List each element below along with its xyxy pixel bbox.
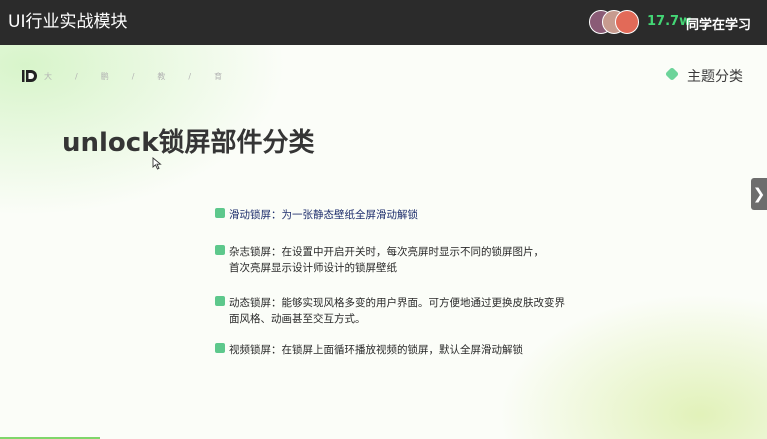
bullet-marker [215, 208, 225, 218]
breadcrumb: 大 / 鹏 / 教 / 育 [44, 72, 224, 81]
bullet-text: 视频锁屏：在锁屏上面循环播放视频的锁屏，默认全屏滑动解锁 [229, 344, 523, 356]
dapeng-logo-icon [22, 70, 37, 82]
bullet-text: 杂志锁屏：在设置中开启开关时，每次亮屏时显示不同的锁屏图片， 首次亮屏显示设计师… [229, 246, 544, 274]
slide: 大 / 鹏 / 教 / 育 主题分类 unlock锁屏部件分类 滑动锁屏：为一张静态壁纸全屏… [0, 45, 767, 439]
section-diamond-icon [665, 67, 679, 81]
next-slide-button[interactable]: ❯ [751, 178, 767, 210]
slide-title: unlock锁屏部件分类 [62, 128, 315, 158]
chevron-right-icon: ❯ [752, 185, 766, 203]
course-title: UI行业实战模块 [8, 12, 128, 32]
top-bar: UI行业实战模块 17.7w 同学在学习 [0, 0, 767, 45]
viewer-label: 同学在学习 [686, 18, 752, 33]
viewer-avatars [589, 10, 641, 36]
bullet-marker [215, 296, 225, 306]
bullet-text: 滑动锁屏：为一张静态壁纸全屏滑动解锁 [229, 209, 418, 221]
bullet-marker [215, 343, 225, 353]
bullet-text: 动态锁屏：能够实现风格多变的用户界面。可方便地通过更换皮肤改变界 面风格、动画甚… [229, 297, 565, 325]
section-label: 主题分类 [687, 69, 743, 85]
avatar [615, 10, 639, 34]
viewer-count: 17.7w [647, 14, 692, 29]
mouse-cursor-icon [152, 157, 162, 170]
bullet-marker [215, 245, 225, 255]
